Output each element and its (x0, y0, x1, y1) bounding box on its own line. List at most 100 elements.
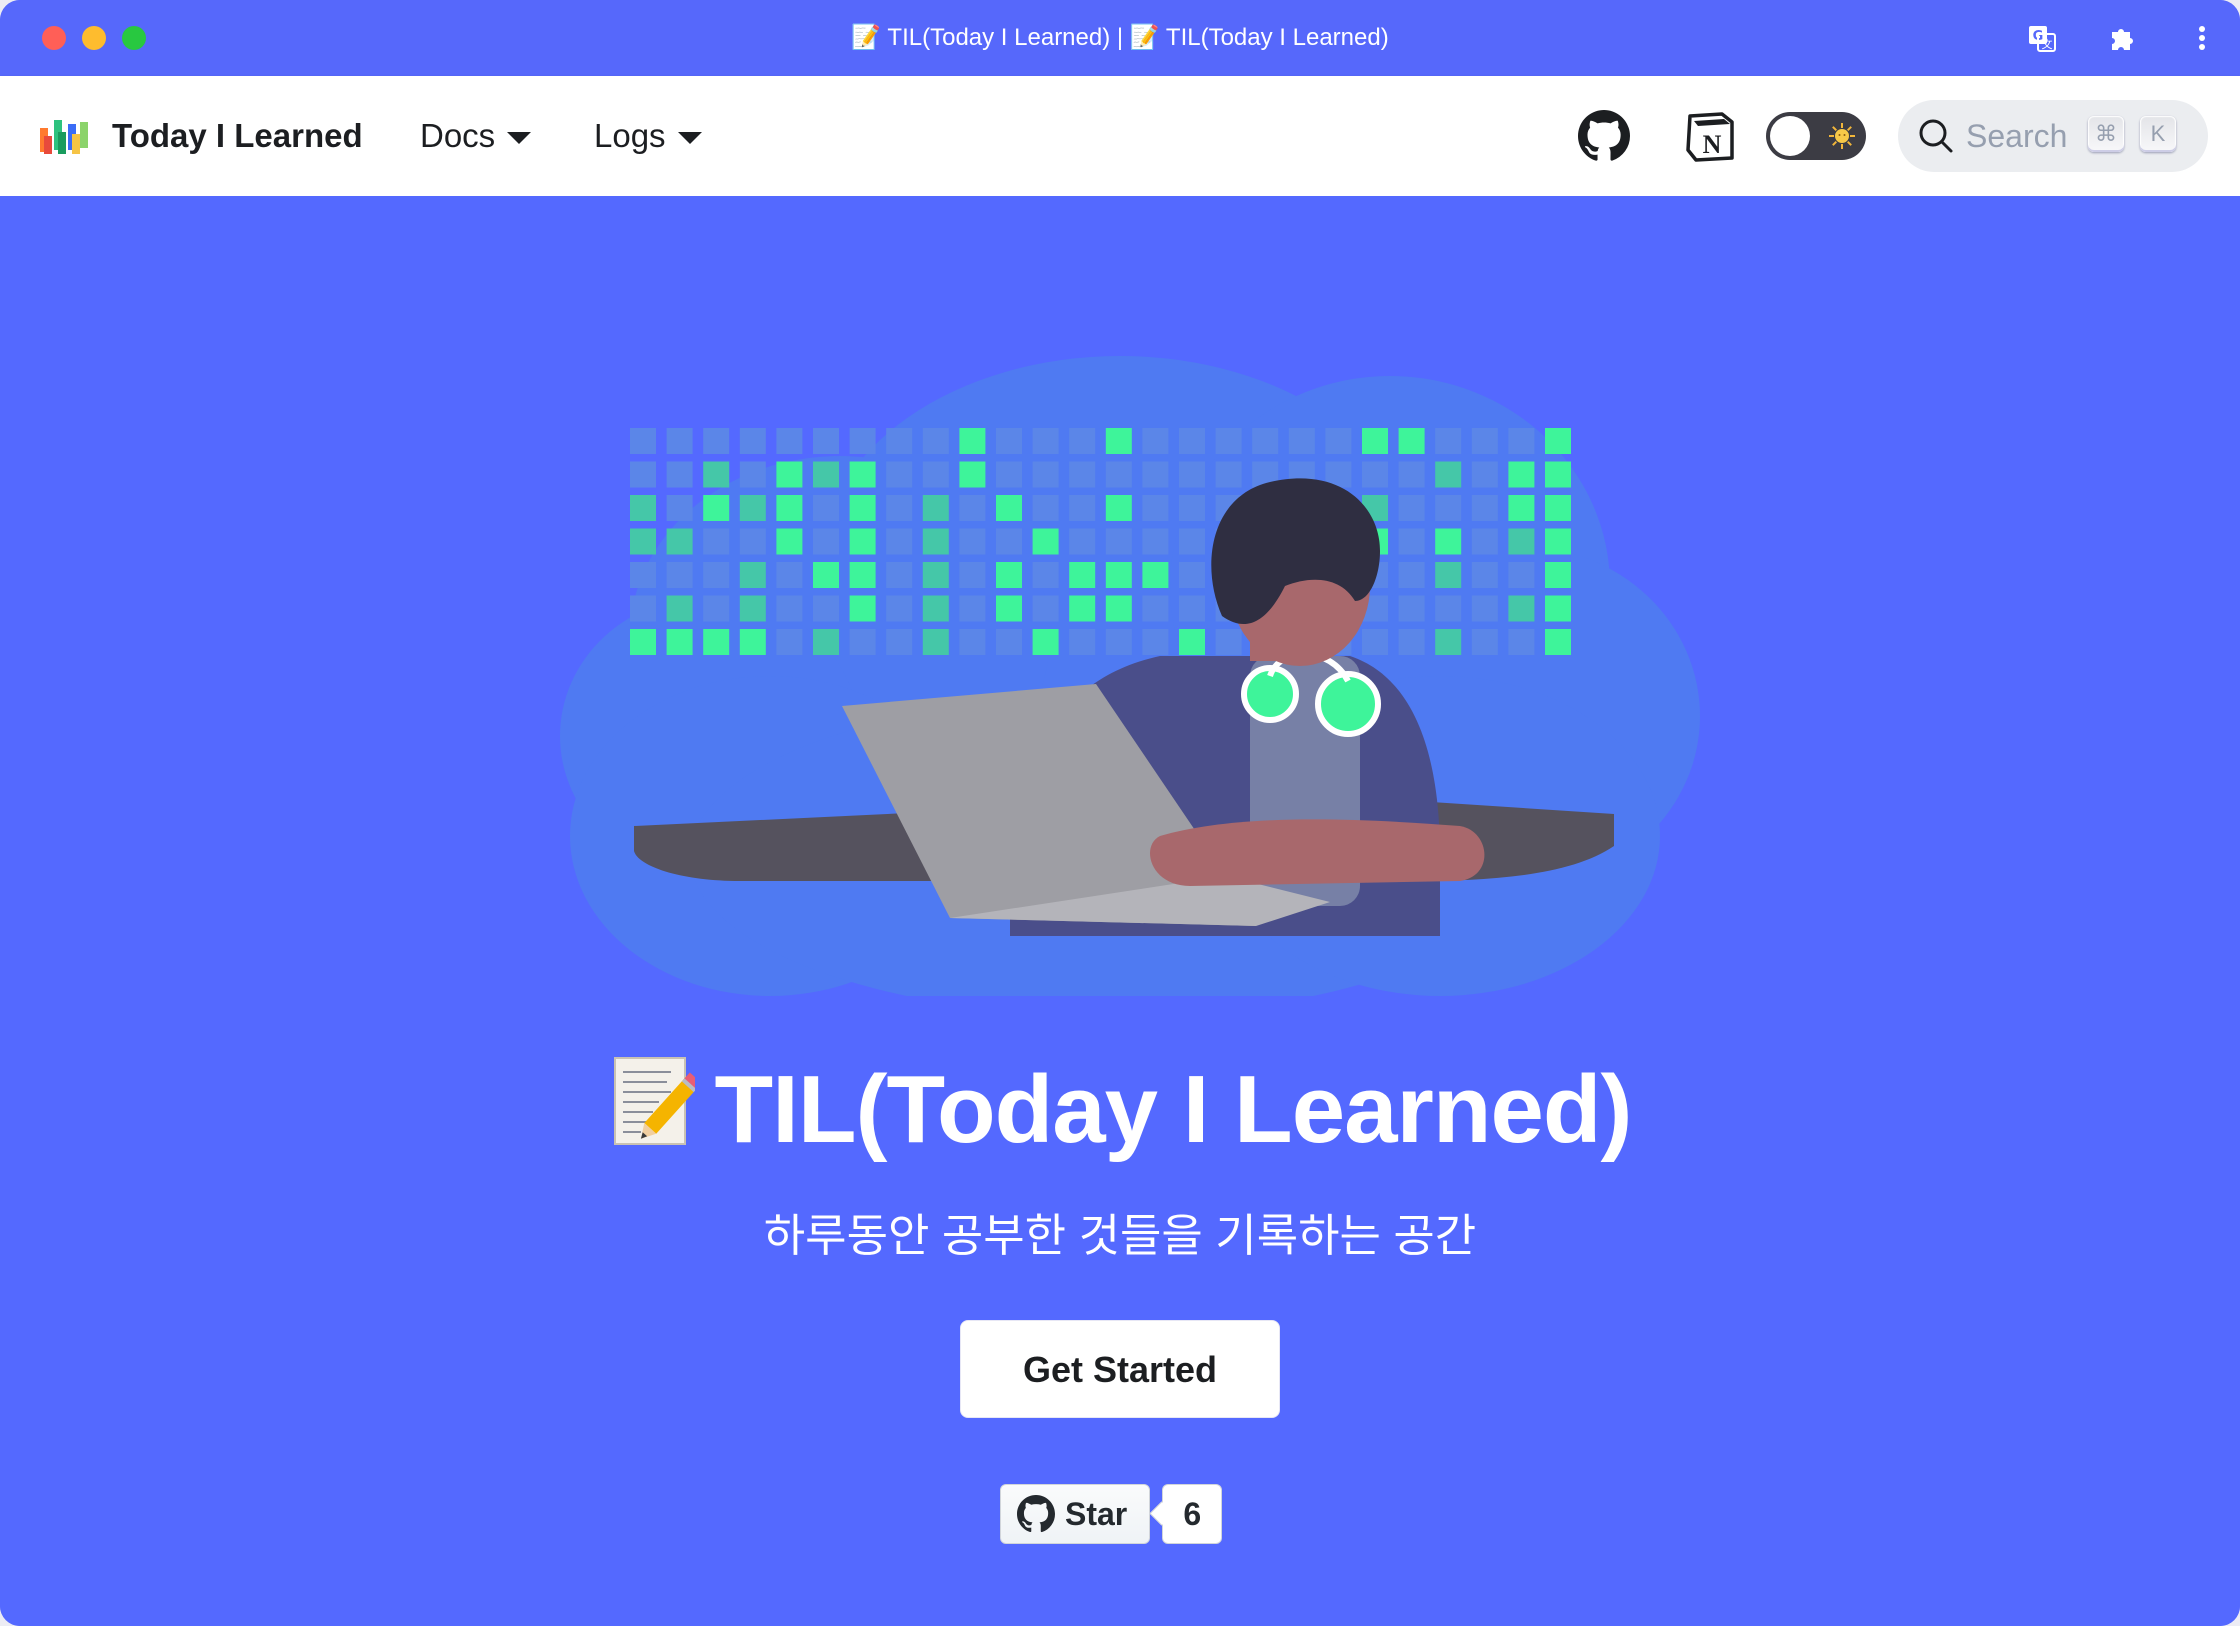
grid-cell (666, 428, 693, 454)
grid-cell (630, 528, 656, 555)
grid-cell (1215, 461, 1242, 488)
grid-cell (1179, 461, 1205, 488)
get-started-button[interactable]: Get Started (960, 1320, 1280, 1418)
grid-cell (776, 562, 803, 588)
memo-icon (609, 1052, 695, 1148)
grid-cell (886, 495, 913, 521)
grid-cell (1032, 428, 1059, 454)
grid-cell (1252, 428, 1279, 454)
grid-cell (922, 595, 949, 622)
grid-cell (1142, 528, 1169, 555)
translate-icon[interactable]: G 文 (2024, 20, 2060, 56)
grid-cell (1215, 629, 1242, 655)
grid-cell (1362, 629, 1388, 655)
github-icon (1017, 1495, 1055, 1533)
grid-cell (1069, 528, 1096, 555)
grid-cell (1105, 562, 1132, 588)
grid-cell (1032, 461, 1059, 488)
grid-cell (922, 562, 949, 588)
grid-cell (1545, 495, 1571, 521)
grid-cell (959, 595, 986, 622)
grid-cell (703, 528, 730, 555)
nav-docs-label: Docs (420, 117, 496, 154)
svg-text:文: 文 (2042, 37, 2053, 51)
grid-cell (1179, 528, 1205, 555)
nav-logs-dropdown[interactable]: Logs (594, 112, 702, 160)
shortcut-key-cmd: ⌘ (2088, 116, 2124, 152)
nav-docs-dropdown[interactable]: Docs (420, 112, 532, 160)
grid-cell (959, 562, 986, 588)
notion-icon[interactable]: N (1684, 110, 1736, 162)
grid-cell (1105, 528, 1132, 555)
sun-icon (1828, 122, 1856, 150)
grid-cell (1508, 629, 1535, 655)
grid-cell (849, 461, 876, 488)
more-vert-icon[interactable] (2184, 20, 2220, 56)
search-input[interactable]: Search ⌘ K (1898, 100, 2208, 172)
grid-cell (1398, 428, 1425, 454)
brand-title: Today I Learned (112, 117, 363, 154)
grid-cell (996, 495, 1022, 521)
grid-cell (849, 495, 876, 521)
grid-cell (776, 428, 803, 454)
grid-cell (922, 495, 949, 521)
grid-cell (849, 562, 876, 588)
grid-cell (1471, 461, 1498, 488)
grid-cell (703, 495, 730, 521)
grid-cell (849, 528, 876, 555)
grid-cell (886, 595, 913, 622)
github-icon[interactable] (1578, 110, 1630, 162)
grid-cell (776, 528, 803, 555)
browser-window: 📝 TIL(Today I Learned) | 📝 TIL(Today I L… (0, 0, 2240, 1626)
grid-cell (1069, 495, 1096, 521)
chevron-down-icon (677, 132, 702, 144)
grid-cell (1471, 528, 1498, 555)
grid-cell (1179, 629, 1205, 655)
grid-cell (1508, 595, 1535, 622)
grid-cell (1545, 528, 1571, 555)
site-navbar: Today I Learned Docs Logs N Search ⌘ K (0, 76, 2240, 196)
github-star-count-wrap: 6 (1162, 1484, 1223, 1544)
grid-cell (739, 428, 766, 454)
grid-cell (739, 495, 766, 521)
grid-cell (1032, 629, 1059, 655)
grid-cell (922, 629, 949, 655)
grid-cell (1105, 595, 1132, 622)
shortcut-key-k: K (2140, 116, 2176, 152)
grid-cell (959, 428, 986, 454)
grid-cell (776, 495, 803, 521)
grid-cell (886, 562, 913, 588)
grid-cell (1069, 428, 1096, 454)
tab-title: 📝 TIL(Today I Learned) | 📝 TIL(Today I L… (851, 24, 1389, 51)
grid-cell (1398, 528, 1425, 555)
extensions-puzzle-icon[interactable] (2104, 20, 2140, 56)
grid-cell (996, 461, 1022, 488)
grid-cell (1471, 562, 1498, 588)
grid-cell (1545, 595, 1571, 622)
grid-cell (1435, 595, 1462, 622)
grid-cell (1215, 428, 1242, 454)
grid-cell (1435, 495, 1462, 521)
grid-cell (1508, 528, 1535, 555)
github-star-button[interactable]: Star (1000, 1484, 1151, 1544)
grid-cell (1179, 562, 1205, 588)
grid-cell (1032, 495, 1059, 521)
brand-link[interactable]: Today I Learned (38, 112, 363, 160)
grid-cell (1545, 428, 1571, 454)
grid-cell (1032, 595, 1059, 622)
theme-toggle[interactable] (1766, 112, 1866, 160)
grid-cell (959, 461, 986, 488)
search-placeholder: Search (1966, 118, 2068, 154)
grid-cell (666, 595, 693, 622)
grid-cell (703, 562, 730, 588)
grid-cell (849, 595, 876, 622)
grid-cell (666, 629, 693, 655)
grid-cell (1142, 495, 1169, 521)
grid-cell (1069, 461, 1096, 488)
github-star-count[interactable]: 6 (1162, 1484, 1223, 1544)
grid-cell (886, 629, 913, 655)
grid-cell (849, 428, 876, 454)
grid-cell (1398, 461, 1425, 488)
grid-cell (1362, 461, 1388, 488)
grid-cell (1179, 428, 1205, 454)
